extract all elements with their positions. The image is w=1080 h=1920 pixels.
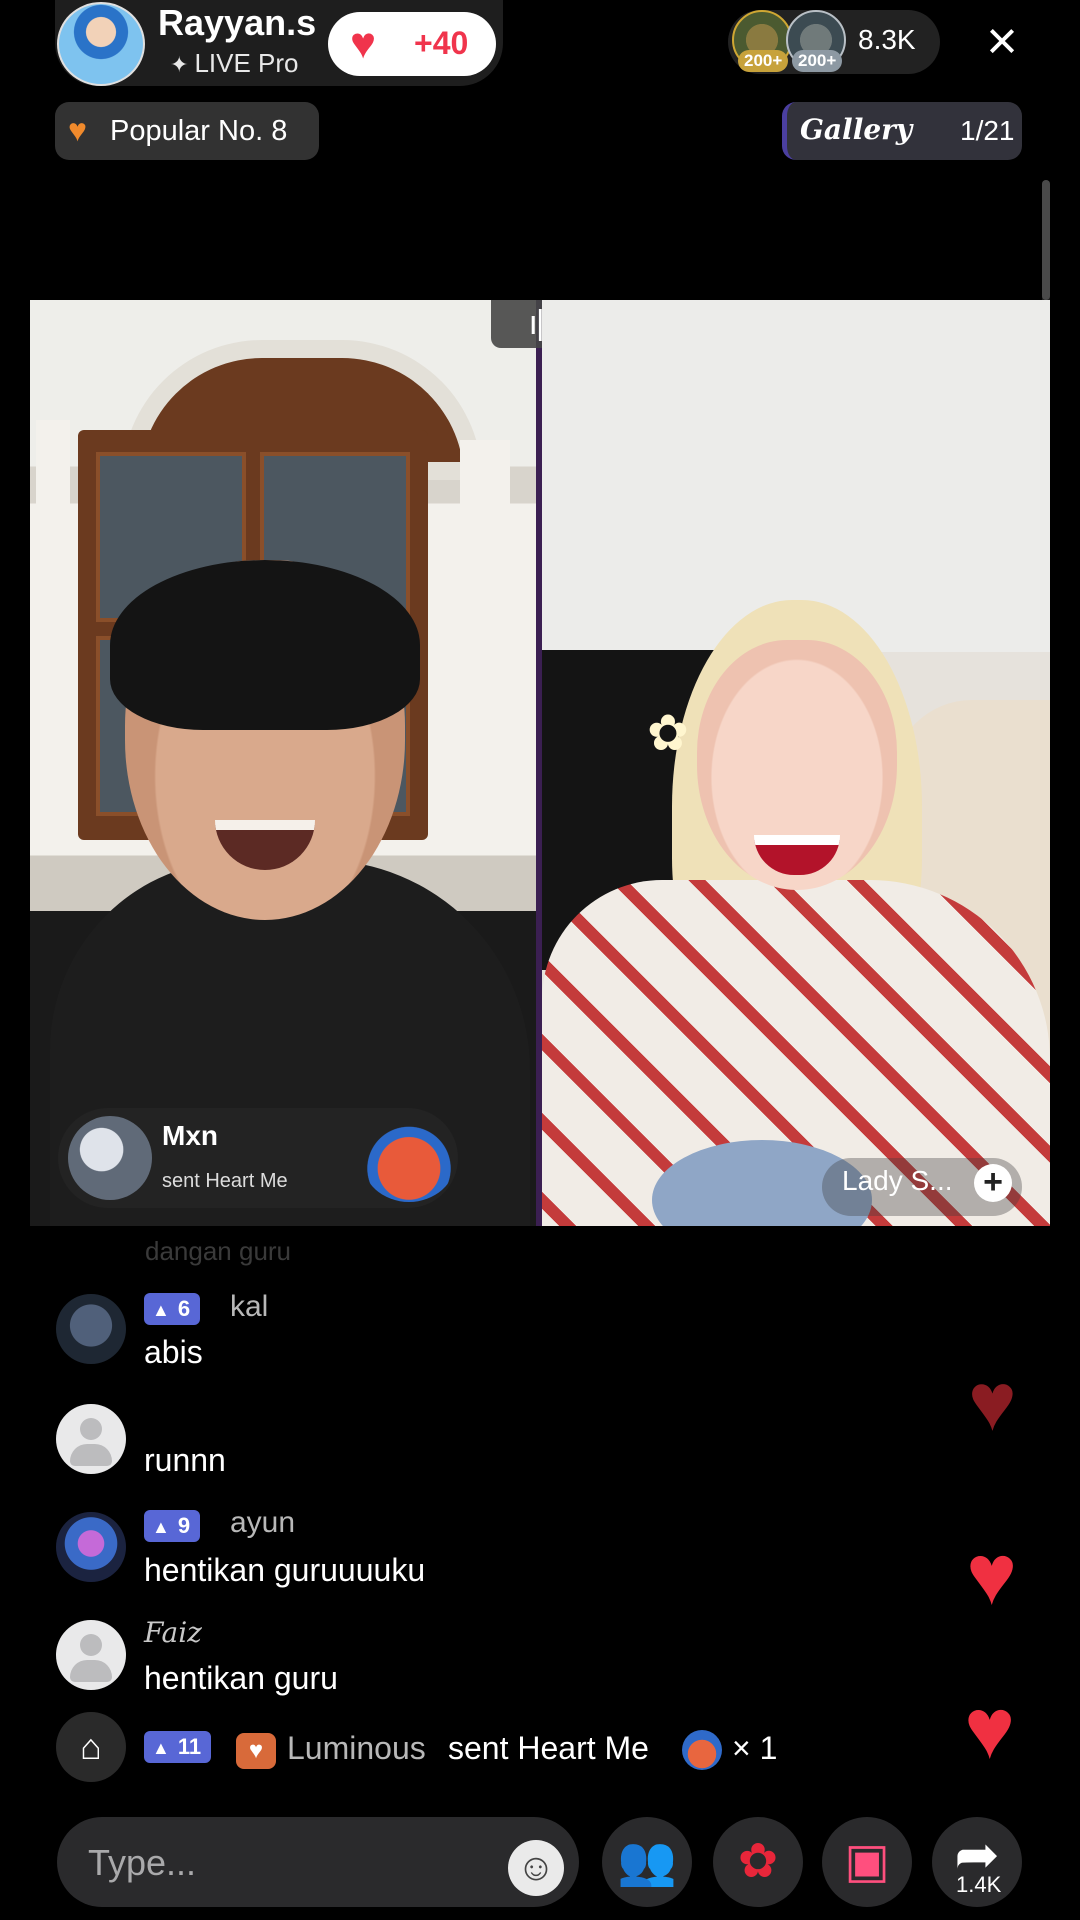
level-triangle-icon: ▲: [152, 1300, 170, 1320]
level-badge: ▲ 9: [144, 1510, 201, 1542]
host-avatar[interactable]: [57, 2, 145, 86]
level-badge: ▲ 11: [144, 1731, 212, 1763]
viewer-count: 8.3K: [858, 24, 916, 55]
gallery-label: Gallery: [800, 113, 913, 146]
follow-plus-icon[interactable]: +: [974, 1164, 1012, 1202]
scrollbar-thumb[interactable]: [1042, 180, 1050, 300]
chat-avatar[interactable]: [56, 1294, 126, 1364]
wall-column: [36, 420, 70, 840]
host-person-hair: [110, 560, 420, 730]
level-number: 6: [177, 1296, 191, 1321]
gift-box-icon[interactable]: ▣: [822, 1817, 912, 1907]
chat-message-text: hentikan guruuuuku: [144, 1552, 426, 1588]
emoji-icon[interactable]: ☺: [508, 1840, 564, 1896]
heart-rank-icon: ♥: [68, 112, 87, 148]
gift-sender-name[interactable]: Luminous: [287, 1730, 426, 1767]
like-button[interactable]: ♥ +40: [328, 12, 496, 76]
gift-sticker-icon: [362, 1118, 456, 1202]
popular-rank-label: Popular No. 8: [110, 115, 288, 147]
like-count: +40: [414, 25, 469, 61]
share-count: 1.4K: [956, 1872, 1002, 1897]
live-stream-screen: Rayyan.s ✦ LIVE Pro ♥ +40 200+ 200+ 8.3K …: [0, 0, 1080, 1920]
heart-icon: ♥: [350, 19, 377, 68]
close-icon[interactable]: ×: [978, 12, 1026, 70]
viewer-rank-badge: 200+: [738, 50, 789, 72]
chat-message-text: runnn: [144, 1442, 226, 1478]
chat-message-text: hentikan guru: [144, 1660, 338, 1696]
gift-count: × 1: [732, 1730, 778, 1766]
fan-medal-icon: ♥: [236, 1733, 276, 1769]
host-name: Rayyan.s: [158, 2, 317, 43]
viewer-rank-badge: 200+: [792, 50, 843, 72]
host-badge-label: LIVE Pro: [194, 48, 299, 78]
chat-avatar[interactable]: [56, 1620, 126, 1690]
chat-message-text: abis: [144, 1334, 203, 1370]
chat-username[interactable]: kal: [230, 1290, 268, 1324]
level-triangle-icon: ▲: [152, 1517, 170, 1537]
level-badge: ▲ 6: [144, 1293, 201, 1325]
guest-video-panel[interactable]: ✿: [542, 300, 1050, 1226]
level-number: 11: [177, 1734, 202, 1759]
level-triangle-icon: ▲: [152, 1738, 170, 1758]
gift-sticker-icon: [682, 1730, 722, 1770]
gift-banner-text: sent Heart Me: [162, 1170, 288, 1192]
floating-heart-icon: ♥: [966, 1527, 1018, 1623]
floating-heart-icon: ♥: [964, 1681, 1016, 1777]
gifter-name: Mxn: [162, 1120, 218, 1151]
gallery-count: 1/21: [960, 115, 1015, 146]
gift-icon: ⌂: [56, 1712, 126, 1782]
rose-icon[interactable]: ✿: [713, 1817, 803, 1907]
gifter-avatar[interactable]: [68, 1116, 152, 1200]
chat-message-faded: dangan guru: [145, 1236, 292, 1266]
sparkle-icon: ✦: [170, 52, 189, 77]
host-video-panel[interactable]: [30, 300, 536, 1226]
chat-avatar[interactable]: [56, 1404, 126, 1474]
host-badge: ✦ LIVE Pro: [170, 48, 299, 79]
chat-avatar[interactable]: [56, 1512, 126, 1582]
floating-heart-icon: ♥: [968, 1357, 1017, 1448]
guest-name: Lady S...: [842, 1165, 953, 1196]
guests-icon[interactable]: 👥: [602, 1817, 692, 1907]
level-number: 9: [177, 1513, 191, 1538]
gift-row-text: sent Heart Me: [448, 1730, 649, 1766]
chat-username[interactable]: ayun: [230, 1506, 295, 1540]
chat-username[interactable]: Faiz: [144, 1616, 202, 1649]
comment-input-placeholder: Type...: [88, 1842, 197, 1883]
wall-column: [460, 440, 510, 840]
flower-icon: ✿: [647, 705, 689, 761]
